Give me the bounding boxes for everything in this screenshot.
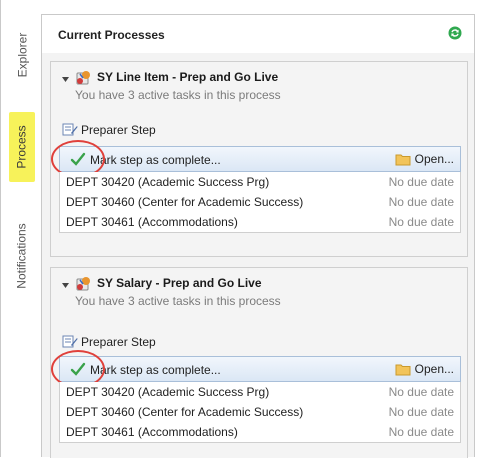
task-list: DEPT 30420 (Academic Success Prg) No due…	[59, 172, 461, 233]
task-row[interactable]: DEPT 30420 (Academic Success Prg) No due…	[60, 172, 460, 192]
task-due: No due date	[388, 405, 454, 419]
process-header[interactable]: SY Salary - Prep and Go Live You have 3 …	[51, 268, 467, 318]
task-name: DEPT 30460 (Center for Academic Success)	[66, 195, 304, 209]
task-row[interactable]: DEPT 30460 (Center for Academic Success)…	[60, 192, 460, 212]
process-subtitle: You have 3 active tasks in this process	[75, 88, 281, 102]
task-row[interactable]: DEPT 30461 (Accommodations) No due date	[60, 422, 460, 442]
step-row: Preparer Step	[51, 332, 467, 352]
mark-complete-link[interactable]: Mark step as complete...	[90, 363, 221, 377]
side-tab-strip: Explorer Process Notifications	[5, 10, 37, 457]
task-name: DEPT 30460 (Center for Academic Success)	[66, 405, 304, 419]
process-card: SY Line Item - Prep and Go Live You have…	[50, 61, 468, 257]
mark-complete-link[interactable]: Mark step as complete...	[90, 153, 221, 167]
open-label: Open...	[414, 152, 454, 166]
task-name: DEPT 30420 (Academic Success Prg)	[66, 175, 270, 189]
collapse-arrow-icon[interactable]	[61, 75, 70, 84]
panel-title: Current Processes	[58, 28, 165, 42]
task-row[interactable]: DEPT 30460 (Center for Academic Success)…	[60, 402, 460, 422]
app-frame: Explorer Process Notifications Current P…	[0, 0, 480, 458]
preparer-step-icon	[62, 335, 78, 348]
task-row[interactable]: DEPT 30420 (Academic Success Prg) No due…	[60, 382, 460, 402]
task-list: DEPT 30420 (Academic Success Prg) No due…	[59, 382, 461, 443]
tab-notifications[interactable]: Notifications	[9, 198, 35, 314]
open-label: Open...	[414, 362, 454, 376]
open-button[interactable]: Open...	[395, 150, 454, 168]
open-button[interactable]: Open...	[395, 360, 454, 378]
process-icon	[76, 277, 90, 291]
folder-icon	[395, 364, 411, 375]
current-processes-panel: Current Processes SY Line Item - Prep an…	[41, 14, 475, 458]
process-card: SY Salary - Prep and Go Live You have 3 …	[50, 267, 468, 458]
step-row: Preparer Step	[51, 120, 467, 140]
task-due: No due date	[388, 215, 454, 229]
folder-icon	[395, 154, 411, 165]
tab-explorer[interactable]: Explorer	[9, 12, 35, 98]
task-name: DEPT 30461 (Accommodations)	[66, 425, 238, 439]
task-row[interactable]: DEPT 30461 (Accommodations) No due date	[60, 212, 460, 232]
task-name: DEPT 30461 (Accommodations)	[66, 215, 238, 229]
process-title: SY Salary - Prep and Go Live	[97, 276, 262, 290]
task-due: No due date	[388, 385, 454, 399]
action-bar: Mark step as complete... Open...	[59, 356, 461, 382]
task-name: DEPT 30420 (Academic Success Prg)	[66, 385, 270, 399]
process-title: SY Line Item - Prep and Go Live	[97, 70, 279, 84]
process-icon	[76, 71, 90, 85]
check-icon[interactable]	[70, 151, 86, 167]
task-due: No due date	[388, 425, 454, 439]
task-due: No due date	[388, 175, 454, 189]
tab-process[interactable]: Process	[9, 112, 35, 182]
tab-process-label: Process	[15, 125, 30, 169]
task-due: No due date	[388, 195, 454, 209]
panel-header: Current Processes	[42, 15, 474, 53]
preparer-step-icon	[62, 123, 78, 136]
process-subtitle: You have 3 active tasks in this process	[75, 294, 281, 308]
refresh-icon[interactable]	[448, 26, 462, 40]
collapse-arrow-icon[interactable]	[61, 281, 70, 290]
tab-notifications-label: Notifications	[15, 223, 29, 289]
step-label: Preparer Step	[81, 123, 156, 137]
step-label: Preparer Step	[81, 335, 156, 349]
process-header[interactable]: SY Line Item - Prep and Go Live You have…	[51, 62, 467, 112]
check-icon[interactable]	[70, 361, 86, 377]
action-bar: Mark step as complete... Open...	[59, 146, 461, 172]
tab-explorer-label: Explorer	[15, 32, 29, 78]
